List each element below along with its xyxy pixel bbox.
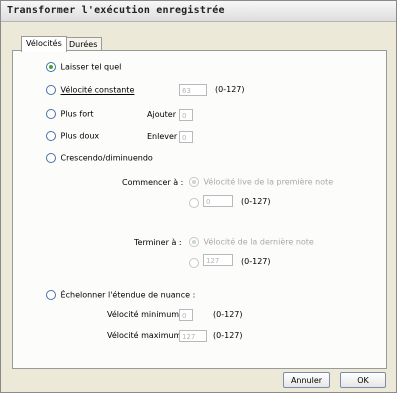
scale-label: Échelonner l'étendue de nuance : [60,290,196,300]
start-range: (0-127) [241,197,271,206]
start-live-label: Vélocité live de la première note [203,177,334,187]
start-live-option[interactable]: Vélocité live de la première note [189,177,333,187]
start-live-radio[interactable] [189,177,199,187]
crescendo-label: Crescendo/diminuendo [60,153,153,163]
option-softer[interactable]: Plus doux [46,131,99,141]
tab-velocities[interactable]: Vélocités [21,36,67,52]
end-label: Terminer à : [134,238,182,247]
start-label: Commencer à : [122,178,184,187]
louder-value-field[interactable]: 0 [179,109,193,121]
end-range: (0-127) [241,257,271,266]
end-last-radio[interactable] [189,237,199,247]
constant-range: (0-127) [215,85,245,94]
option-crescendo[interactable]: Crescendo/diminuendo [46,153,153,163]
velocities-panel: Laisser tel quel Vélocité constante 63 (… [12,50,387,369]
leave-radio[interactable] [46,62,56,72]
constant-label: Vélocité constante [60,85,135,95]
max-velocity-label: Vélocité maximum [107,331,182,340]
option-scale-range[interactable]: Échelonner l'étendue de nuance : [46,290,195,300]
constant-value-field[interactable]: 63 [179,84,207,96]
cancel-button[interactable]: Annuler [283,372,330,388]
softer-remove-label: Enlever [147,132,178,141]
max-velocity-range: (0-127) [213,331,243,340]
end-value-radio[interactable] [189,258,199,268]
softer-radio[interactable] [46,131,56,141]
title-bar: Transformer l'exécution enregistrée [1,1,396,22]
dialog-title: Transformer l'exécution enregistrée [7,5,225,16]
leave-label: Laisser tel quel [60,62,122,72]
transform-dialog: Transformer l'exécution enregistrée Vélo… [0,0,397,393]
louder-add-label: Ajouter [147,110,177,119]
louder-radio[interactable] [46,109,56,119]
end-last-label: Vélocité de la dernière note [203,237,314,247]
start-value-field[interactable]: 0 [203,195,233,207]
crescendo-radio[interactable] [46,153,56,163]
softer-value-field[interactable]: 0 [179,131,193,143]
scale-radio[interactable] [46,290,56,300]
min-velocity-field[interactable]: 0 [179,309,193,321]
option-constant[interactable]: Vélocité constante [46,85,134,95]
ok-button[interactable]: OK [340,372,386,388]
end-last-option[interactable]: Vélocité de la dernière note [189,237,314,247]
start-value-radio[interactable] [189,198,199,208]
min-velocity-range: (0-127) [213,310,243,319]
softer-label: Plus doux [60,131,100,141]
louder-label: Plus fort [60,109,94,119]
min-velocity-label: Vélocité minimum [107,310,180,319]
option-leave[interactable]: Laisser tel quel [46,62,121,72]
max-velocity-field[interactable]: 127 [179,330,207,342]
option-louder[interactable]: Plus fort [46,109,94,119]
end-value-field[interactable]: 127 [203,254,233,266]
constant-radio[interactable] [46,85,56,95]
